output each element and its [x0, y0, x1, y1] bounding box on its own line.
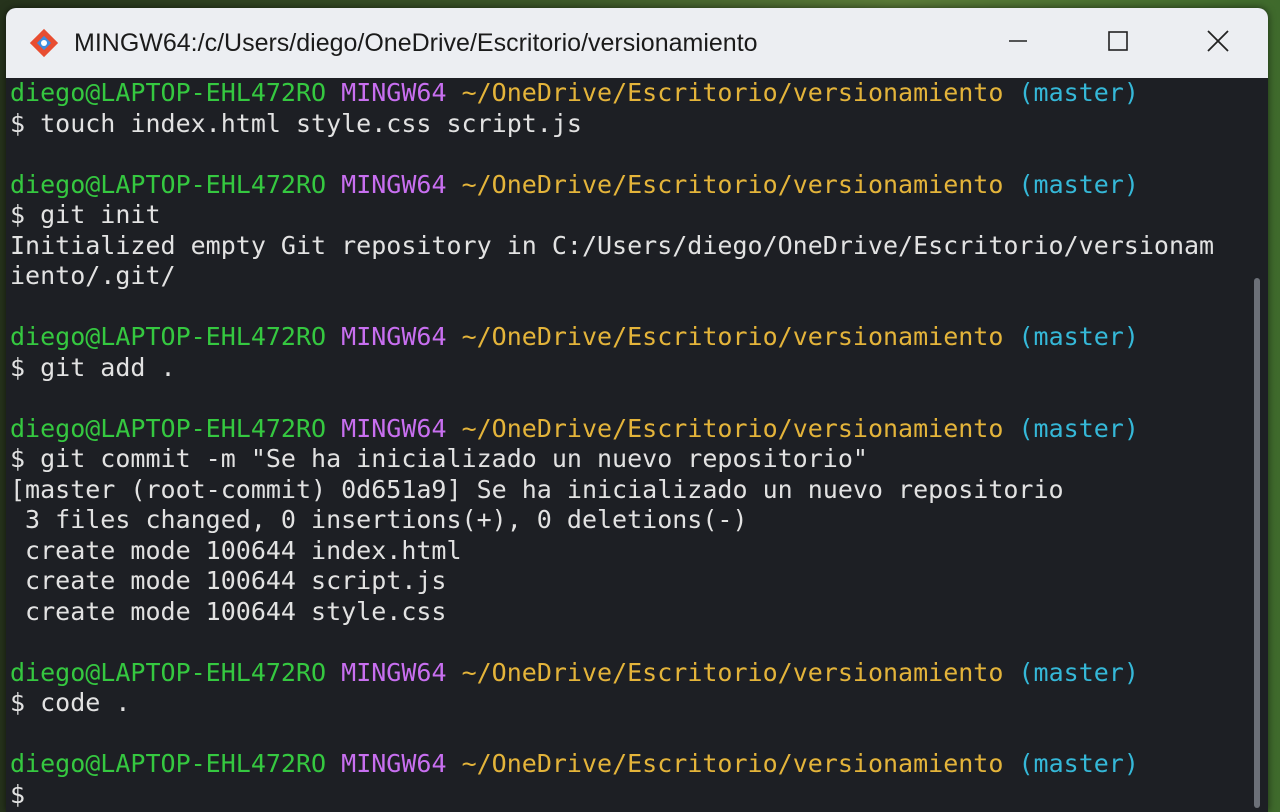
output-text: [master (root-commit) 0d651a9] Se ha ini… — [10, 474, 1064, 504]
close-button[interactable] — [1168, 8, 1268, 78]
output-text: Initialized empty Git repository in C:/U… — [10, 230, 1215, 260]
prompt-path: ~/OneDrive/Escritorio/versionamiento — [461, 169, 1004, 199]
command-text: $ git add . — [10, 352, 176, 382]
command-text: $ git commit -m "Se ha inicializado un n… — [10, 444, 868, 473]
prompt-path: ~/OneDrive/Escritorio/versionamiento — [461, 78, 1004, 107]
output-line: Initialized empty Git repository in C:/U… — [10, 231, 1242, 262]
title-bar[interactable]: MINGW64:/c/Users/diego/OneDrive/Escritor… — [6, 8, 1268, 78]
prompt-user: diego@LAPTOP-EHL472RO — [10, 413, 327, 443]
prompt-line: diego@LAPTOP-EHL472RO MINGW64 ~/OneDrive… — [10, 322, 1242, 353]
prompt-system: MINGW64 — [341, 169, 447, 199]
output-text: 3 files changed, 0 insertions(+), 0 dele… — [10, 505, 748, 534]
git-bash-icon — [26, 25, 62, 61]
command-text: $ touch index.html style.css script.js — [10, 108, 582, 138]
maximize-icon — [1106, 29, 1130, 58]
prompt-branch: (master) — [1018, 169, 1139, 199]
terminal-output[interactable]: diego@LAPTOP-EHL472RO MINGW64 ~/OneDrive… — [6, 78, 1242, 812]
output-text: iento/.git/ — [10, 261, 176, 290]
prompt-branch: (master) — [1018, 78, 1139, 107]
command-line: $ touch index.html style.css script.js — [10, 109, 1242, 140]
output-line: [master (root-commit) 0d651a9] Se ha ini… — [10, 475, 1242, 506]
prompt-branch: (master) — [1018, 657, 1139, 687]
prompt-path: ~/OneDrive/Escritorio/versionamiento — [461, 749, 1004, 778]
output-text: create mode 100644 style.css — [10, 596, 447, 626]
prompt-user: diego@LAPTOP-EHL472RO — [10, 322, 327, 351]
vertical-scrollbar[interactable] — [1254, 278, 1260, 808]
output-line: create mode 100644 script.js — [10, 566, 1242, 597]
output-line: create mode 100644 style.css — [10, 597, 1242, 628]
command-line: $ git commit -m "Se ha inicializado un n… — [10, 444, 1242, 475]
command-text: $ — [10, 779, 26, 809]
prompt-system: MINGW64 — [341, 657, 447, 687]
command-line: $ git add . — [10, 353, 1242, 384]
prompt-line: diego@LAPTOP-EHL472RO MINGW64 ~/OneDrive… — [10, 414, 1242, 445]
prompt-system: MINGW64 — [341, 749, 447, 778]
prompt-user: diego@LAPTOP-EHL472RO — [10, 169, 327, 199]
output-line: 3 files changed, 0 insertions(+), 0 dele… — [10, 505, 1242, 536]
output-line: iento/.git/ — [10, 261, 1242, 292]
prompt-line: diego@LAPTOP-EHL472RO MINGW64 ~/OneDrive… — [10, 170, 1242, 201]
command-text: $ git init — [10, 200, 161, 229]
prompt-branch: (master) — [1018, 749, 1139, 778]
output-text: create mode 100644 script.js — [10, 566, 447, 595]
prompt-user: diego@LAPTOP-EHL472RO — [10, 657, 327, 687]
output-text: create mode 100644 index.html — [10, 535, 462, 565]
prompt-path: ~/OneDrive/Escritorio/versionamiento — [461, 657, 1004, 687]
prompt-line: diego@LAPTOP-EHL472RO MINGW64 ~/OneDrive… — [10, 749, 1242, 780]
output-line: create mode 100644 index.html — [10, 536, 1242, 567]
minimize-button[interactable] — [968, 8, 1068, 78]
command-text: $ code . — [10, 688, 131, 717]
command-line: $ code . — [10, 688, 1242, 719]
prompt-path: ~/OneDrive/Escritorio/versionamiento — [461, 322, 1004, 351]
prompt-system: MINGW64 — [341, 78, 447, 107]
maximize-button[interactable] — [1068, 8, 1168, 78]
prompt-user: diego@LAPTOP-EHL472RO — [10, 78, 327, 107]
minimize-icon — [1006, 29, 1030, 58]
prompt-system: MINGW64 — [341, 322, 447, 351]
window-title: MINGW64:/c/Users/diego/OneDrive/Escritor… — [74, 28, 758, 57]
prompt-line: diego@LAPTOP-EHL472RO MINGW64 ~/OneDrive… — [10, 658, 1242, 689]
prompt-line: diego@LAPTOP-EHL472RO MINGW64 ~/OneDrive… — [10, 78, 1242, 109]
prompt-path: ~/OneDrive/Escritorio/versionamiento — [461, 413, 1004, 443]
close-icon — [1205, 28, 1231, 59]
command-line: $ — [10, 780, 1242, 811]
window-controls — [968, 8, 1268, 78]
prompt-branch: (master) — [1018, 413, 1139, 443]
command-line: $ git init — [10, 200, 1242, 231]
terminal-window: MINGW64:/c/Users/diego/OneDrive/Escritor… — [6, 8, 1268, 812]
prompt-user: diego@LAPTOP-EHL472RO — [10, 749, 327, 778]
prompt-system: MINGW64 — [341, 413, 447, 443]
prompt-branch: (master) — [1018, 322, 1139, 351]
